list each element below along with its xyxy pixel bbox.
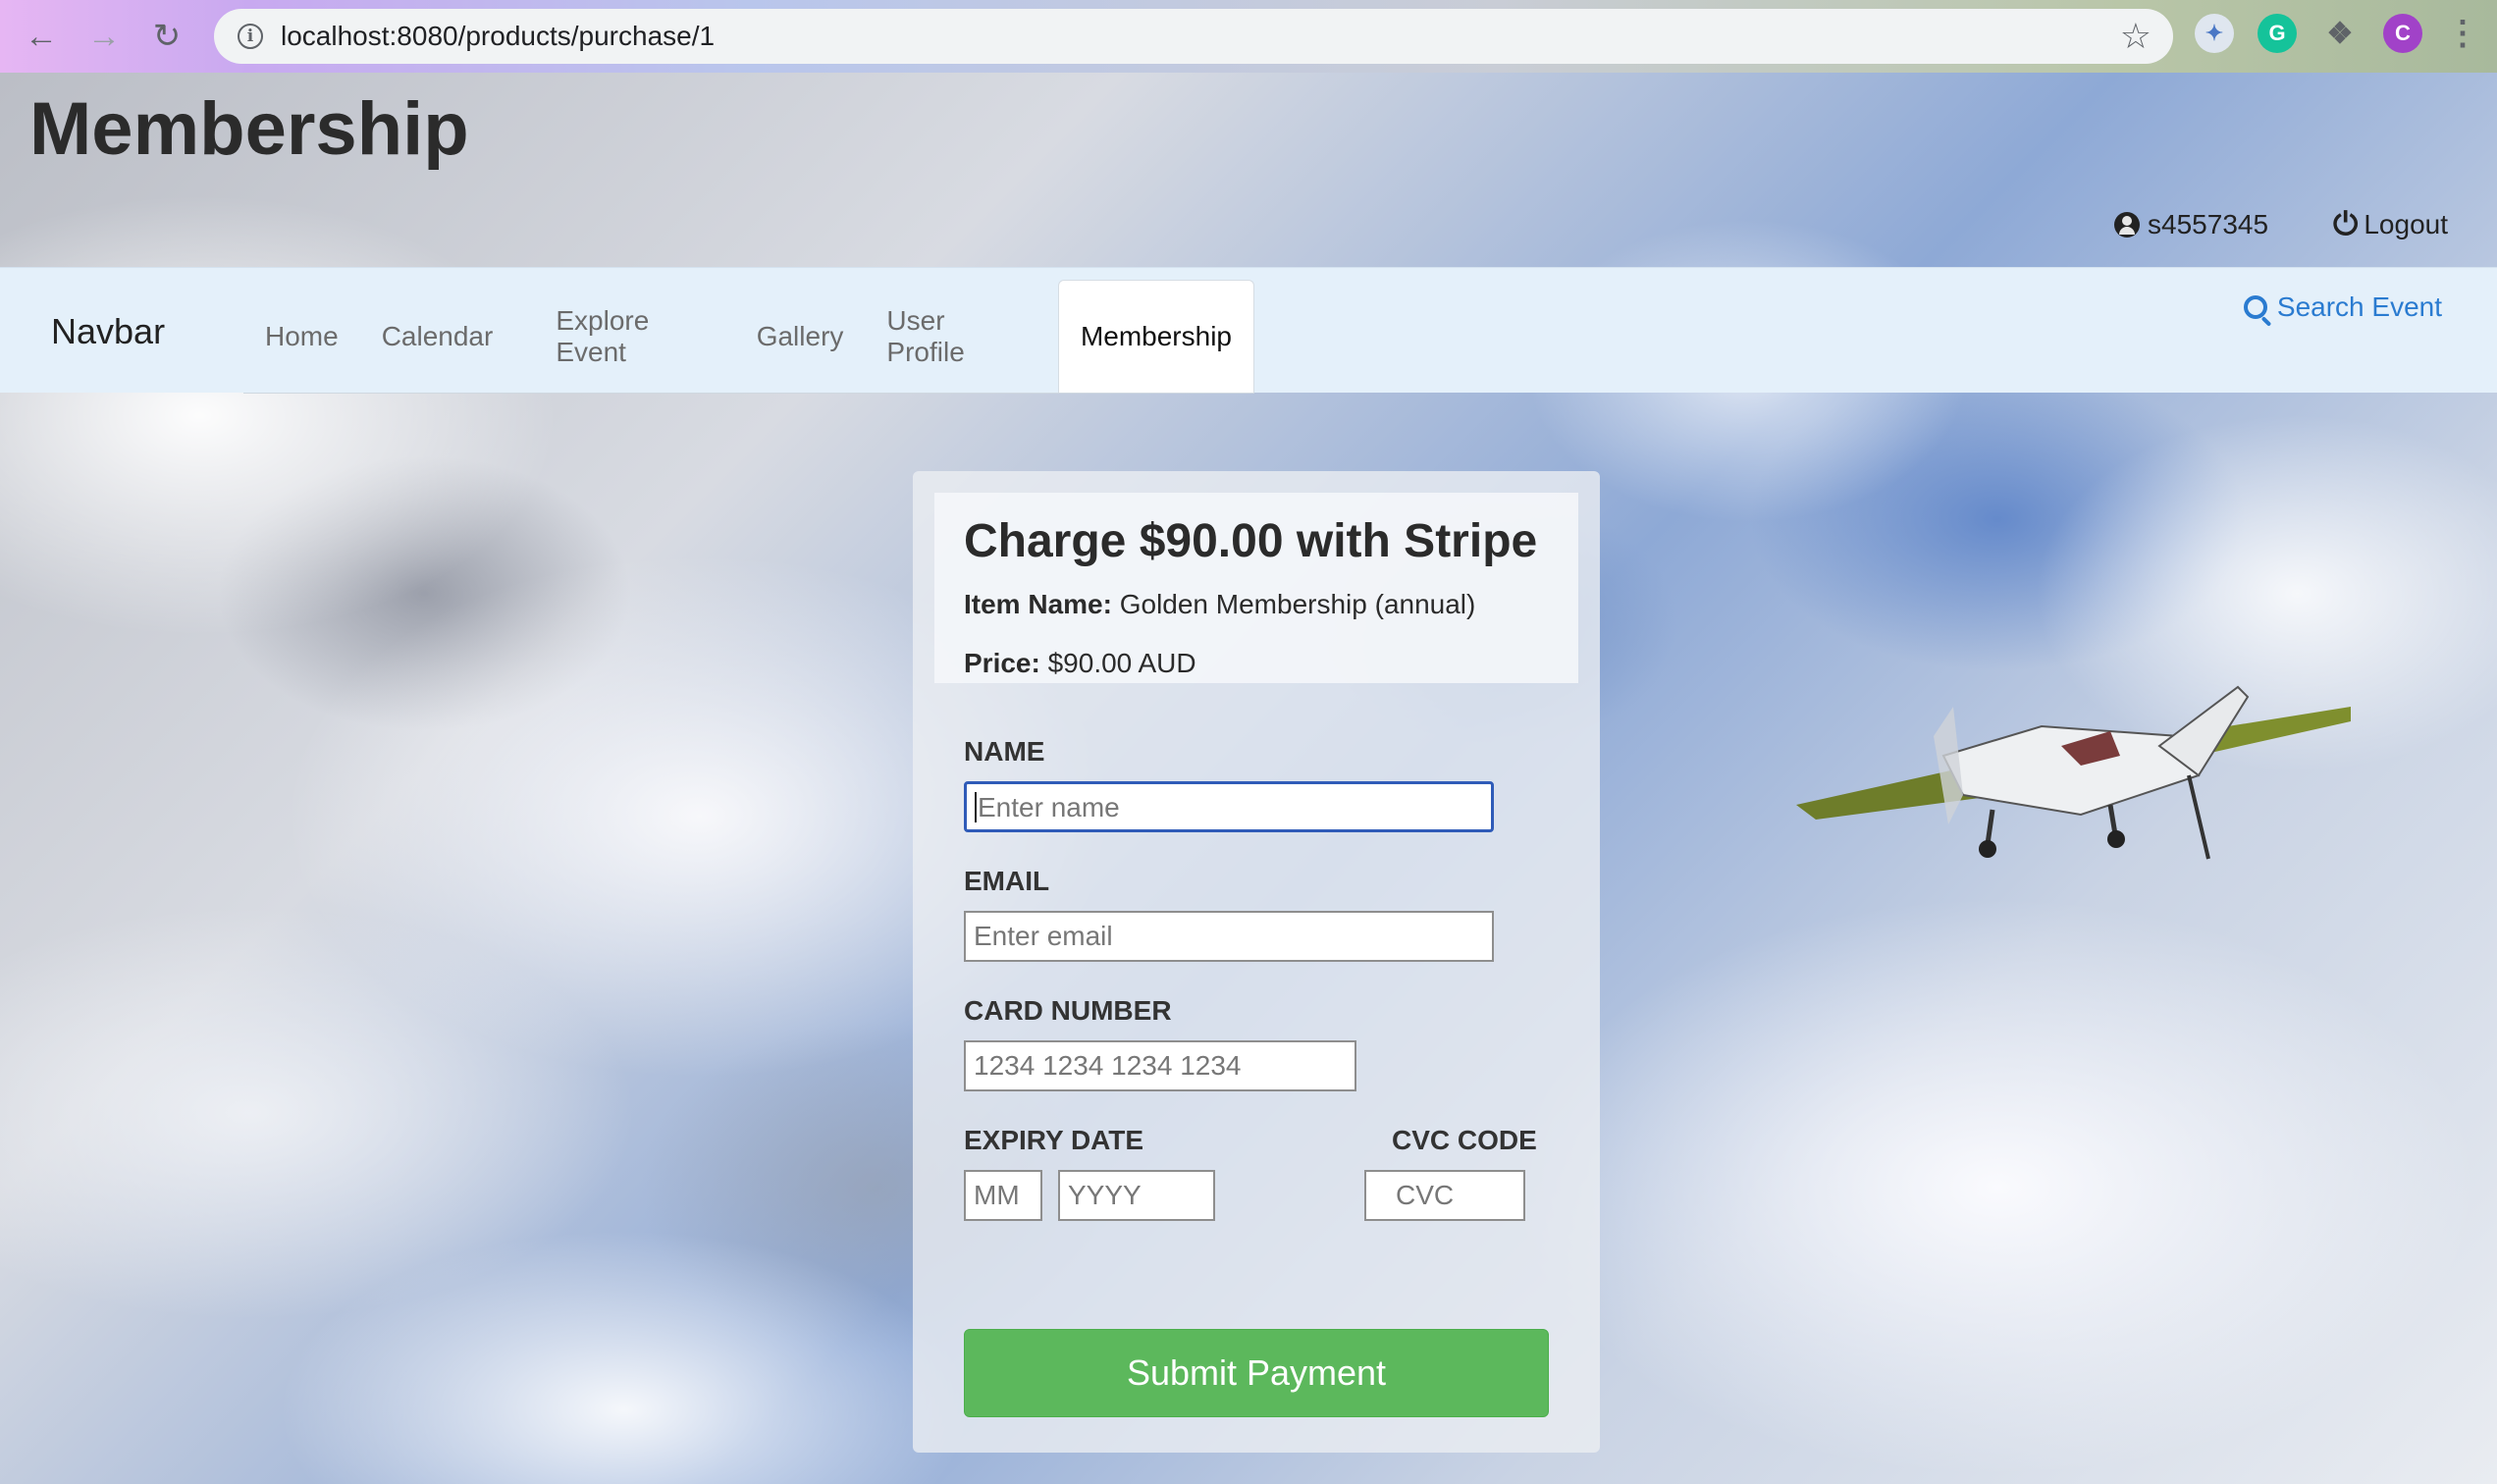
name-field[interactable]: Enter name (964, 781, 1494, 832)
tab-gallery[interactable]: Gallery (735, 280, 866, 393)
name-placeholder: Enter name (975, 792, 1120, 822)
expiry-month-field[interactable]: MM (964, 1170, 1042, 1221)
bookmark-star-icon[interactable]: ☆ (2120, 16, 2152, 57)
logout-link[interactable]: ⏻ Logout (2333, 206, 2448, 243)
browser-menu-icon[interactable]: ⋮ (2446, 14, 2479, 53)
extensions-area: ✦ G ❖ C ⋮ (2195, 14, 2479, 53)
back-button[interactable]: ← (20, 15, 63, 58)
item-name-value: Golden Membership (annual) (1119, 589, 1476, 619)
url-text[interactable]: localhost:8080/products/purchase/1 (281, 21, 715, 52)
item-name-line: Item Name: Golden Membership (annual) (964, 589, 1475, 620)
reload-button[interactable]: ↻ (145, 15, 188, 58)
profile-avatar[interactable]: C (2383, 14, 2422, 53)
browser-toolbar: ← → ↻ i localhost:8080/products/purchase… (0, 0, 2497, 73)
year-placeholder: YYYY (1068, 1180, 1142, 1210)
logout-label: Logout (2364, 209, 2448, 239)
site-info-icon[interactable]: i (238, 24, 263, 49)
user-account-link[interactable]: s4557345 (2114, 209, 2268, 240)
card-number-label: CARD NUMBER (964, 995, 1172, 1026)
price-line: Price: $90.00 AUD (964, 648, 1196, 679)
search-event-link[interactable]: Search Event (2243, 292, 2442, 323)
arrow-left-icon: ← (25, 17, 58, 55)
cvc-code-label: CVC CODE (1392, 1125, 1537, 1155)
charge-heading: Charge $90.00 with Stripe (964, 515, 1538, 567)
puzzle-extensions-icon[interactable]: ❖ (2320, 14, 2360, 53)
page-title: Membership (29, 87, 469, 171)
arrow-right-icon: → (87, 17, 121, 55)
submit-payment-button[interactable]: Submit Payment (964, 1329, 1549, 1417)
price-label: Price: (964, 648, 1040, 678)
username-label: s4557345 (2148, 209, 2269, 239)
payment-summary: Charge $90.00 with Stripe Item Name: Gol… (934, 493, 1578, 683)
cvc-field[interactable]: CVC (1364, 1170, 1525, 1221)
nav-tabs: Home Calendar Explore Event Gallery User… (243, 280, 1254, 394)
power-icon: ⏻ (2333, 206, 2359, 241)
extension-icon[interactable]: ✦ (2195, 14, 2234, 53)
item-name-label: Item Name: (964, 589, 1112, 619)
email-placeholder: Enter email (974, 921, 1113, 951)
card-number-field[interactable]: 1234 1234 1234 1234 (964, 1040, 1356, 1091)
navbar-brand[interactable]: Navbar (51, 311, 165, 352)
tab-user-profile[interactable]: User Profile (865, 280, 1040, 393)
user-circle-icon (2114, 212, 2141, 238)
cvc-placeholder: CVC (1396, 1180, 1455, 1210)
tab-calendar[interactable]: Calendar (360, 280, 515, 393)
search-icon (2243, 295, 2267, 319)
name-label: NAME (964, 736, 1045, 767)
address-bar[interactable]: i localhost:8080/products/purchase/1 ☆ (214, 9, 2173, 64)
url-path: :8080/products/purchase/1 (389, 21, 716, 51)
card-number-placeholder: 1234 1234 1234 1234 (974, 1050, 1242, 1081)
tab-home[interactable]: Home (243, 280, 360, 393)
search-event-label: Search Event (2276, 292, 2442, 322)
month-placeholder: MM (974, 1180, 1020, 1210)
navbar: Navbar Home Calendar Explore Event Galle… (0, 267, 2497, 394)
tab-explore-event[interactable]: Explore Event (534, 280, 734, 393)
airplane-image (1796, 685, 2351, 860)
reload-icon: ↻ (152, 18, 182, 55)
email-field[interactable]: Enter email (964, 911, 1494, 962)
payment-panel: Charge $90.00 with Stripe Item Name: Gol… (913, 471, 1600, 1453)
grammarly-icon[interactable]: G (2258, 14, 2297, 53)
expiry-date-label: EXPIRY DATE (964, 1125, 1144, 1155)
user-links: s4557345 ⏻ Logout (2049, 206, 2448, 243)
email-label: EMAIL (964, 866, 1050, 896)
url-host: localhost (281, 21, 390, 51)
forward-button[interactable]: → (82, 15, 126, 58)
tab-membership[interactable]: Membership (1057, 280, 1254, 393)
price-value: $90.00 AUD (1047, 648, 1196, 678)
expiry-year-field[interactable]: YYYY (1058, 1170, 1215, 1221)
